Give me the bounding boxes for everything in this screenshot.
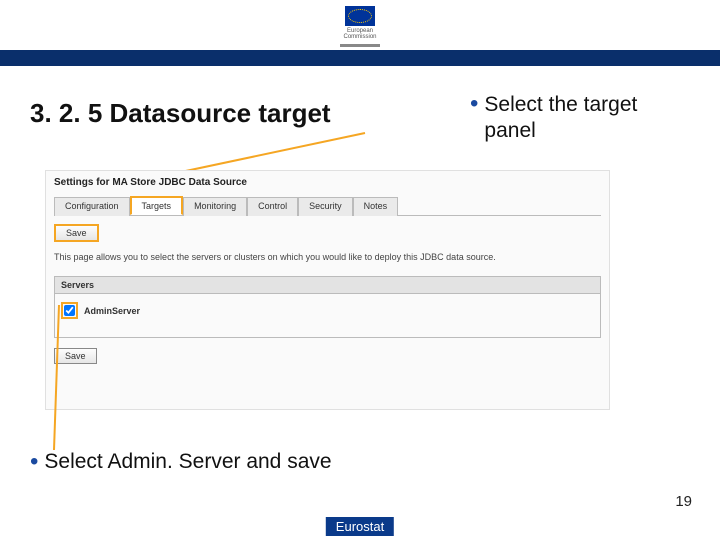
- page-number: 19: [675, 493, 692, 510]
- logo-text: European Commission: [332, 28, 388, 40]
- tab-notes[interactable]: Notes: [353, 197, 399, 216]
- servers-header: Servers: [55, 277, 600, 294]
- save-row-bottom: Save: [54, 348, 601, 364]
- top-banner: European Commission: [0, 0, 720, 80]
- panel-description: This page allows you to select the serve…: [54, 252, 601, 262]
- slide-title: 3. 2. 5 Datasource target: [30, 98, 331, 129]
- tab-monitoring[interactable]: Monitoring: [183, 197, 247, 216]
- banner-strip: [0, 50, 720, 66]
- tabs-row: Configuration Targets Monitoring Control…: [54, 196, 601, 216]
- adminserver-checkbox[interactable]: [64, 305, 75, 316]
- save-button-bottom[interactable]: Save: [54, 348, 97, 364]
- footer-eurostat: Eurostat: [326, 517, 394, 536]
- adminserver-checkbox-highlight: [61, 302, 78, 319]
- tab-targets[interactable]: Targets: [130, 196, 184, 215]
- save-row-top: Save: [54, 224, 601, 242]
- server-label: AdminServer: [84, 306, 140, 316]
- bullet-right-text: Select the target panel: [484, 92, 654, 145]
- bullet-select-target: •Select the target panel: [470, 92, 680, 145]
- servers-box: Servers AdminServer: [54, 276, 601, 338]
- tab-security[interactable]: Security: [298, 197, 353, 216]
- weblogic-settings-panel: Settings for MA Store JDBC Data Source C…: [45, 170, 610, 410]
- tab-configuration[interactable]: Configuration: [54, 197, 130, 216]
- tab-control[interactable]: Control: [247, 197, 298, 216]
- eu-flag-icon: [345, 6, 375, 26]
- bullet-select-adminserver: •Select Admin. Server and save: [30, 450, 332, 474]
- save-button-top[interactable]: Save: [54, 224, 99, 242]
- settings-heading: Settings for MA Store JDBC Data Source: [54, 177, 601, 188]
- ec-logo: European Commission: [332, 6, 388, 47]
- servers-body: AdminServer: [55, 294, 600, 337]
- bullet-bottom-text: Select Admin. Server and save: [44, 450, 331, 473]
